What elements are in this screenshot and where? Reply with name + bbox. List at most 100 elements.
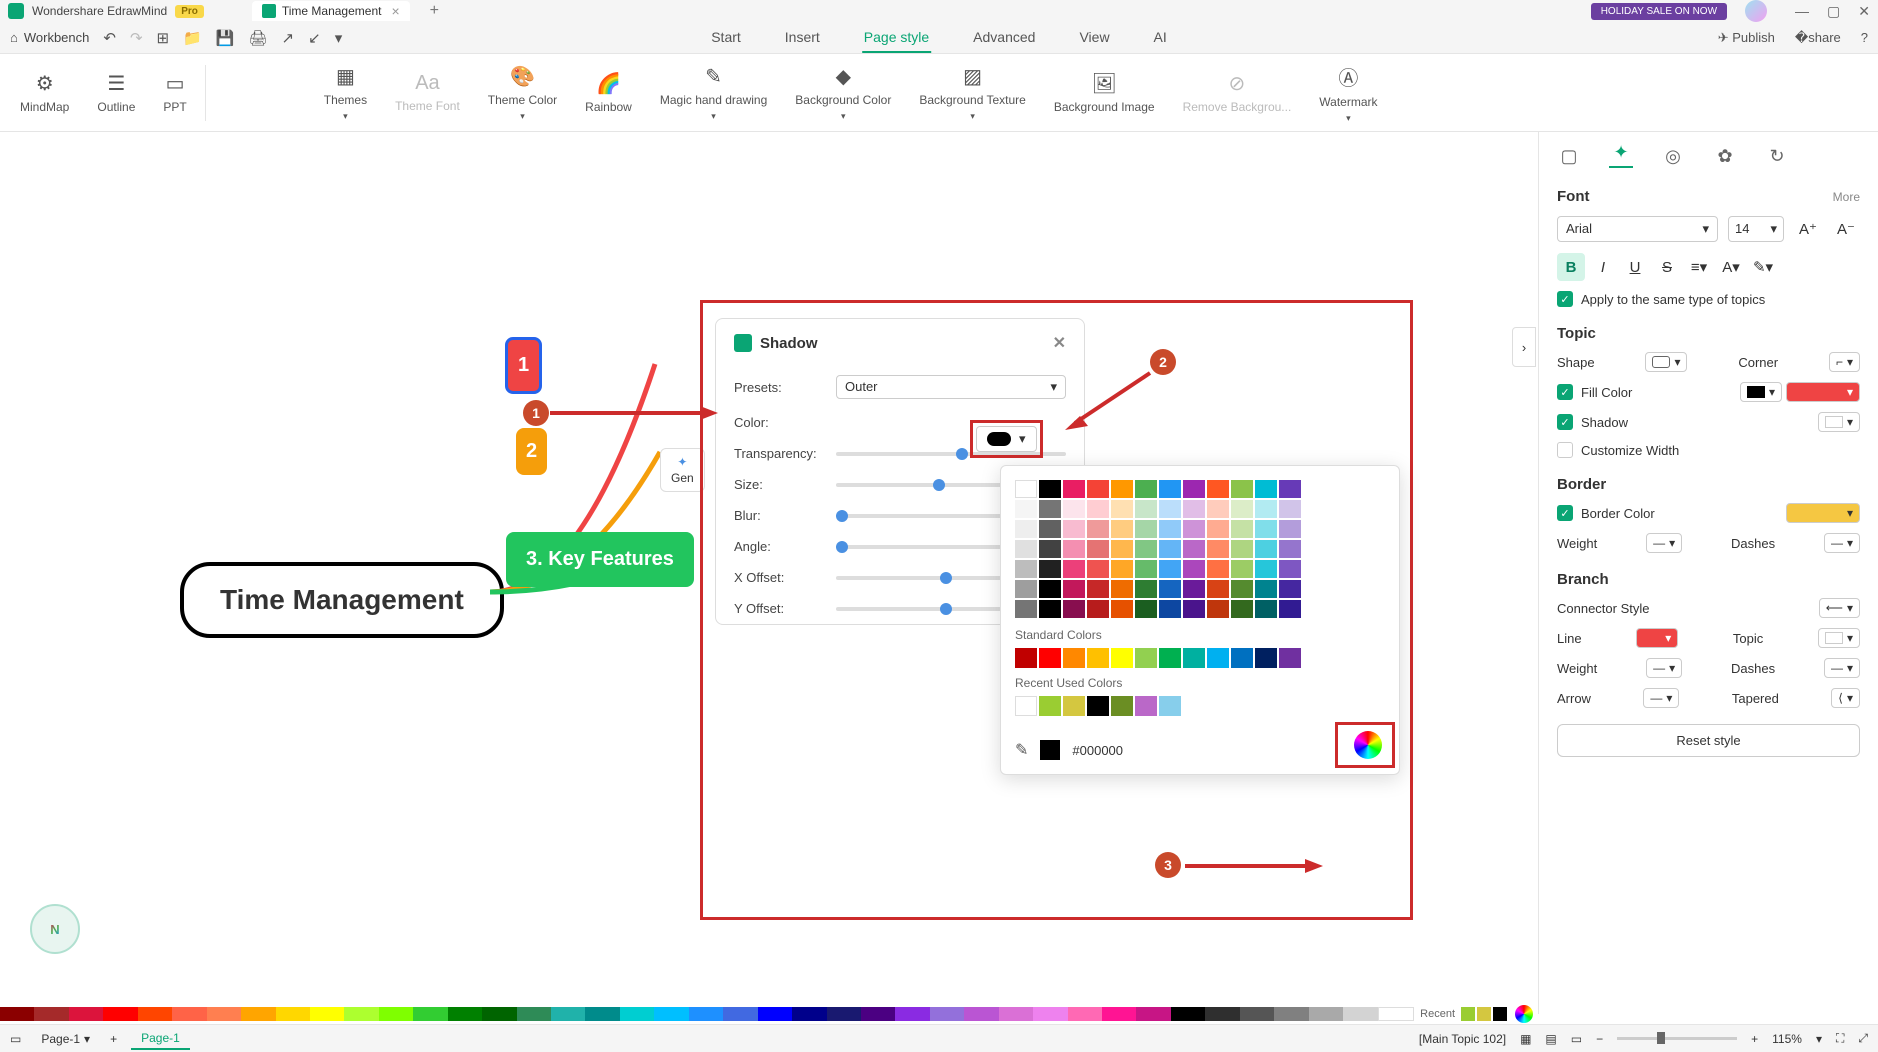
- color-cell[interactable]: [1111, 480, 1133, 498]
- layout-icon-3[interactable]: ▭: [1571, 1032, 1582, 1046]
- profile-avatar[interactable]: [1745, 0, 1767, 22]
- tab-start[interactable]: Start: [709, 23, 743, 53]
- subtopic-1[interactable]: 1: [505, 337, 542, 394]
- shadow-checkbox[interactable]: ✓: [1557, 414, 1573, 430]
- ribbon-bg-texture[interactable]: ▨Background Texture▾: [905, 60, 1040, 126]
- font-more-link[interactable]: More: [1833, 190, 1860, 204]
- border-color-checkbox[interactable]: ✓: [1557, 505, 1573, 521]
- close-button[interactable]: ✕: [1858, 3, 1870, 20]
- color-cell[interactable]: [1183, 480, 1205, 498]
- underline-button[interactable]: U: [1621, 253, 1649, 281]
- publish-button[interactable]: ✈ Publish: [1718, 30, 1775, 46]
- tab-ai[interactable]: AI: [1152, 23, 1169, 53]
- central-topic[interactable]: Time Management: [180, 562, 504, 638]
- panel-collapse-button[interactable]: ›: [1512, 327, 1536, 367]
- ribbon-magic[interactable]: ✎Magic hand drawing▾: [646, 60, 781, 126]
- popup-close-button[interactable]: ✕: [1053, 333, 1066, 353]
- topic-color-select[interactable]: ▾: [1818, 628, 1860, 648]
- fill-color-select[interactable]: ▾: [1786, 382, 1860, 402]
- ribbon-outline[interactable]: ☰Outline: [83, 67, 149, 118]
- tab-insert[interactable]: Insert: [783, 23, 822, 53]
- help-button[interactable]: ?: [1861, 30, 1868, 45]
- font-family-select[interactable]: Arial▾: [1557, 216, 1718, 242]
- strike-button[interactable]: S: [1653, 253, 1681, 281]
- save-button[interactable]: 💾: [216, 29, 235, 47]
- tab-advanced[interactable]: Advanced: [971, 23, 1037, 53]
- color-cell[interactable]: [1039, 480, 1061, 498]
- subtopic-2[interactable]: 2: [516, 428, 547, 475]
- shadow-select[interactable]: ▾: [1818, 412, 1860, 432]
- decrease-font-button[interactable]: A⁻: [1832, 215, 1860, 243]
- zoom-in-button[interactable]: +: [1751, 1032, 1758, 1046]
- tab-view[interactable]: View: [1077, 23, 1111, 53]
- fit-button[interactable]: ⛶: [1836, 1031, 1844, 1046]
- tab-page-style[interactable]: Page style: [862, 23, 931, 53]
- open-button[interactable]: 📁: [183, 29, 202, 47]
- font-color-button[interactable]: A▾: [1717, 253, 1745, 281]
- connector-select[interactable]: ⟵▾: [1819, 598, 1860, 618]
- border-weight-select[interactable]: —▾: [1646, 533, 1682, 553]
- add-page-button[interactable]: +: [110, 1032, 117, 1046]
- tab-close-icon[interactable]: ×: [391, 3, 399, 19]
- color-cell[interactable]: [1063, 480, 1085, 498]
- color-wheel-button[interactable]: [1354, 731, 1382, 759]
- arrow-select[interactable]: —▾: [1643, 688, 1679, 708]
- increase-font-button[interactable]: A⁺: [1794, 215, 1822, 243]
- color-wheel-icon[interactable]: [1515, 1005, 1533, 1023]
- color-cell[interactable]: [1135, 480, 1157, 498]
- layout-icon-2[interactable]: ▤: [1545, 1032, 1556, 1046]
- page-tab-1[interactable]: Page-1: [131, 1028, 190, 1050]
- panel-tab-icon[interactable]: ✿: [1713, 144, 1737, 168]
- zoom-out-button[interactable]: −: [1596, 1032, 1603, 1046]
- undo-button[interactable]: ↶: [103, 29, 116, 47]
- color-cell[interactable]: [1087, 480, 1109, 498]
- quick-colors[interactable]: [0, 1007, 1414, 1021]
- branch-dashes-select[interactable]: —▾: [1824, 658, 1860, 678]
- ribbon-remove-bg[interactable]: ⊘Remove Backgrou...: [1169, 67, 1306, 118]
- share-button[interactable]: �share share: [1795, 30, 1841, 46]
- pages-icon[interactable]: ▭: [10, 1032, 21, 1046]
- fullscreen-button[interactable]: ⤢: [1858, 1031, 1868, 1046]
- panel-tab-format[interactable]: ✦: [1609, 144, 1633, 168]
- eyedropper-button[interactable]: ✎: [1015, 740, 1028, 760]
- color-cell[interactable]: [1159, 480, 1181, 498]
- apply-same-checkbox[interactable]: ✓: [1557, 291, 1573, 307]
- color-cell[interactable]: [1207, 480, 1229, 498]
- zoom-level[interactable]: 115%: [1772, 1032, 1802, 1046]
- ribbon-themes[interactable]: ▦Themes▾: [310, 60, 381, 126]
- ribbon-bg-image[interactable]: 🖼Background Image: [1040, 67, 1169, 118]
- redo-button[interactable]: ↷: [130, 29, 143, 47]
- workbench-button[interactable]: ⌂ Workbench: [10, 30, 89, 45]
- panel-tab-tag[interactable]: ◎: [1661, 144, 1685, 168]
- custom-width-checkbox[interactable]: [1557, 442, 1573, 458]
- italic-button[interactable]: I: [1589, 253, 1617, 281]
- ribbon-bg-color[interactable]: ◆Background Color▾: [781, 60, 905, 126]
- border-dashes-select[interactable]: —▾: [1824, 533, 1860, 553]
- font-size-select[interactable]: 14▾: [1728, 216, 1784, 242]
- shape-select[interactable]: ▾: [1645, 352, 1687, 372]
- print-button[interactable]: 🖨: [248, 29, 267, 47]
- ai-generate-button[interactable]: ✦ Gen: [660, 448, 705, 492]
- shadow-color-button[interactable]: ▾: [976, 426, 1037, 452]
- line-color-select[interactable]: ▾: [1636, 628, 1678, 648]
- panel-tab-style[interactable]: ▢: [1557, 144, 1581, 168]
- ai-assistant-button[interactable]: N: [30, 904, 80, 954]
- export-button[interactable]: ↗: [282, 29, 295, 47]
- color-cell[interactable]: [1231, 480, 1253, 498]
- document-tab[interactable]: Time Management ×: [252, 1, 410, 21]
- canvas[interactable]: Time Management 1 2 3. Key Features ✦ Ge…: [0, 132, 1538, 1014]
- subtopic-3[interactable]: 3. Key Features: [506, 532, 694, 587]
- border-color-select[interactable]: ▾: [1786, 503, 1860, 523]
- more-button[interactable]: ▾: [335, 29, 343, 47]
- color-cell[interactable]: [1255, 480, 1277, 498]
- fill-type-select[interactable]: ▾: [1740, 382, 1782, 402]
- page-select[interactable]: Page-1▾: [35, 1030, 96, 1048]
- fillcolor-checkbox[interactable]: ✓: [1557, 384, 1573, 400]
- layout-icon-1[interactable]: ▦: [1520, 1032, 1531, 1046]
- branch-weight-select[interactable]: —▾: [1646, 658, 1682, 678]
- color-cell[interactable]: [1279, 480, 1301, 498]
- holiday-badge[interactable]: HOLIDAY SALE ON NOW: [1591, 3, 1727, 20]
- reset-style-button[interactable]: Reset style: [1557, 724, 1860, 757]
- ribbon-watermark[interactable]: ⒶWatermark▾: [1305, 58, 1391, 128]
- new-button[interactable]: ⊞: [157, 29, 170, 47]
